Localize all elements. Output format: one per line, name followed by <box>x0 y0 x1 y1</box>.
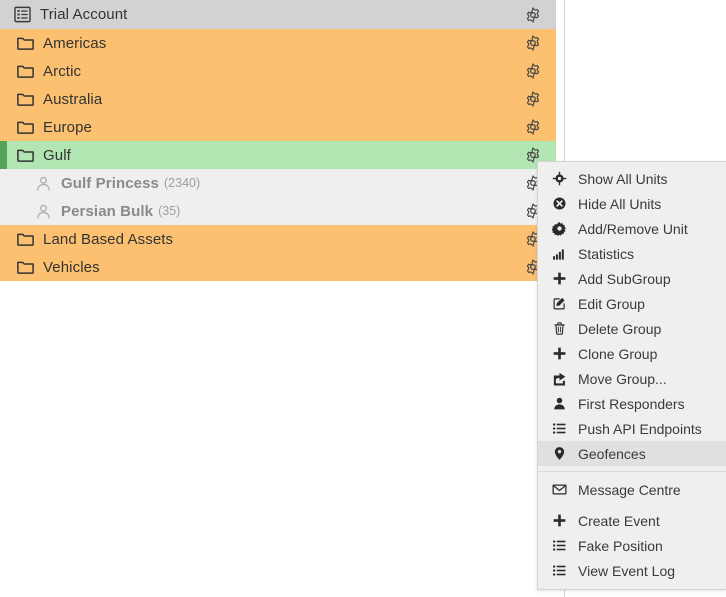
unit-id: (35) <box>158 204 181 218</box>
tree-row-label: Land Based Assets <box>43 230 174 248</box>
tree-row-label: Gulf <box>43 146 71 164</box>
menu-item-label: Edit Group <box>578 295 645 312</box>
menu-item[interactable]: Add SubGroup <box>538 266 726 291</box>
folder-icon <box>16 90 35 109</box>
person-solid-icon <box>548 396 570 411</box>
tree-row-label: Americas <box>43 34 107 52</box>
tree-row-label: Vehicles <box>43 258 100 276</box>
plus-icon <box>548 271 570 286</box>
unit-id: (2340) <box>164 176 201 190</box>
menu-item-label: Clone Group <box>578 345 658 362</box>
trash-icon <box>548 321 570 336</box>
menu-item[interactable]: Move Group... <box>538 366 726 391</box>
menu-item-label: Delete Group <box>578 320 662 337</box>
menu-item-label: View Event Log <box>578 562 676 579</box>
folder-icon <box>16 62 35 81</box>
tree-row-label: Trial Account <box>40 6 128 23</box>
tree-row-label: Persian Bulk <box>61 202 154 220</box>
folder-icon <box>16 230 35 249</box>
row-settings-gear-icon[interactable] <box>524 6 542 24</box>
tree-row-label: Arctic <box>43 62 82 80</box>
gear-solid-icon <box>548 221 570 236</box>
folder-icon <box>16 34 35 53</box>
row-settings-gear-icon[interactable] <box>524 90 542 108</box>
menu-item-label: Create Event <box>578 512 660 529</box>
menu-item[interactable]: View Event Log <box>538 558 726 583</box>
tree-row[interactable]: Gulf Princess (2340) <box>0 169 556 197</box>
menu-item[interactable]: Create Event <box>538 508 726 533</box>
share-arrow-icon <box>548 371 570 386</box>
folder-icon <box>16 258 35 277</box>
tree-row[interactable]: Vehicles <box>0 253 556 281</box>
menu-item-label: Move Group... <box>578 370 667 387</box>
menu-item-label: First Responders <box>578 395 685 412</box>
row-settings-gear-icon[interactable] <box>524 62 542 80</box>
menu-item-label: Geofences <box>578 445 646 462</box>
row-settings-gear-icon[interactable] <box>524 118 542 136</box>
tree-row-label: Europe <box>43 118 92 136</box>
selection-indicator <box>0 141 7 169</box>
map-pin-icon <box>548 446 570 461</box>
menu-item[interactable]: Show All Units <box>538 166 726 191</box>
tree-row[interactable]: Gulf <box>0 141 556 169</box>
pencil-square-icon <box>548 296 570 311</box>
menu-separator <box>538 471 726 472</box>
menu-item[interactable]: Hide All Units <box>538 191 726 216</box>
person-outline-icon <box>34 174 53 193</box>
tree-row[interactable]: Trial Account <box>0 0 556 29</box>
envelope-icon <box>548 482 570 497</box>
menu-item[interactable]: Edit Group <box>538 291 726 316</box>
tree-row[interactable]: Arctic <box>0 57 556 85</box>
menu-item[interactable]: Clone Group <box>538 341 726 366</box>
tree-row[interactable]: Americas <box>0 29 556 57</box>
menu-item-label: Push API Endpoints <box>578 420 702 437</box>
menu-item-label: Statistics <box>578 245 635 262</box>
folder-icon <box>16 118 35 137</box>
group-context-menu: Show All Units Hide All Units Add/Remove U… <box>537 161 726 590</box>
tree-row[interactable]: Europe <box>0 113 556 141</box>
person-outline-icon <box>34 202 53 221</box>
crosshair-icon <box>548 171 570 186</box>
x-circle-icon <box>548 196 570 211</box>
menu-item-label: Fake Position <box>578 537 663 554</box>
tree-row[interactable]: Australia <box>0 85 556 113</box>
plus-icon <box>548 346 570 361</box>
folder-icon <box>16 146 35 165</box>
menu-item[interactable]: First Responders <box>538 391 726 416</box>
list-icon <box>548 538 570 553</box>
menu-item[interactable]: Message Centre <box>538 477 726 502</box>
menu-item-label: Add SubGroup <box>578 270 671 287</box>
tree-row-label: Australia <box>43 90 103 108</box>
plus-icon <box>548 513 570 528</box>
menu-item-label: Show All Units <box>578 170 668 187</box>
list-icon <box>548 563 570 578</box>
list-icon <box>548 421 570 436</box>
menu-item-label: Hide All Units <box>578 195 662 212</box>
tree-row[interactable]: Persian Bulk (35) <box>0 197 556 225</box>
menu-item[interactable]: Statistics <box>538 241 726 266</box>
list-table-icon <box>13 5 32 24</box>
row-settings-gear-icon[interactable] <box>524 34 542 52</box>
menu-item[interactable]: Delete Group <box>538 316 726 341</box>
tree-row-label: Gulf Princess <box>61 174 160 192</box>
menu-item-label: Add/Remove Unit <box>578 220 688 237</box>
tree-row[interactable]: Land Based Assets <box>0 225 556 253</box>
menu-item[interactable]: Add/Remove Unit <box>538 216 726 241</box>
group-tree-panel: Trial Account Americas Arctic Australia Euro… <box>0 0 556 597</box>
bar-chart-icon <box>548 246 570 261</box>
menu-item[interactable]: Geofences <box>538 441 726 466</box>
menu-item-label: Message Centre <box>578 481 681 498</box>
menu-item[interactable]: Fake Position <box>538 533 726 558</box>
menu-item[interactable]: Push API Endpoints <box>538 416 726 441</box>
